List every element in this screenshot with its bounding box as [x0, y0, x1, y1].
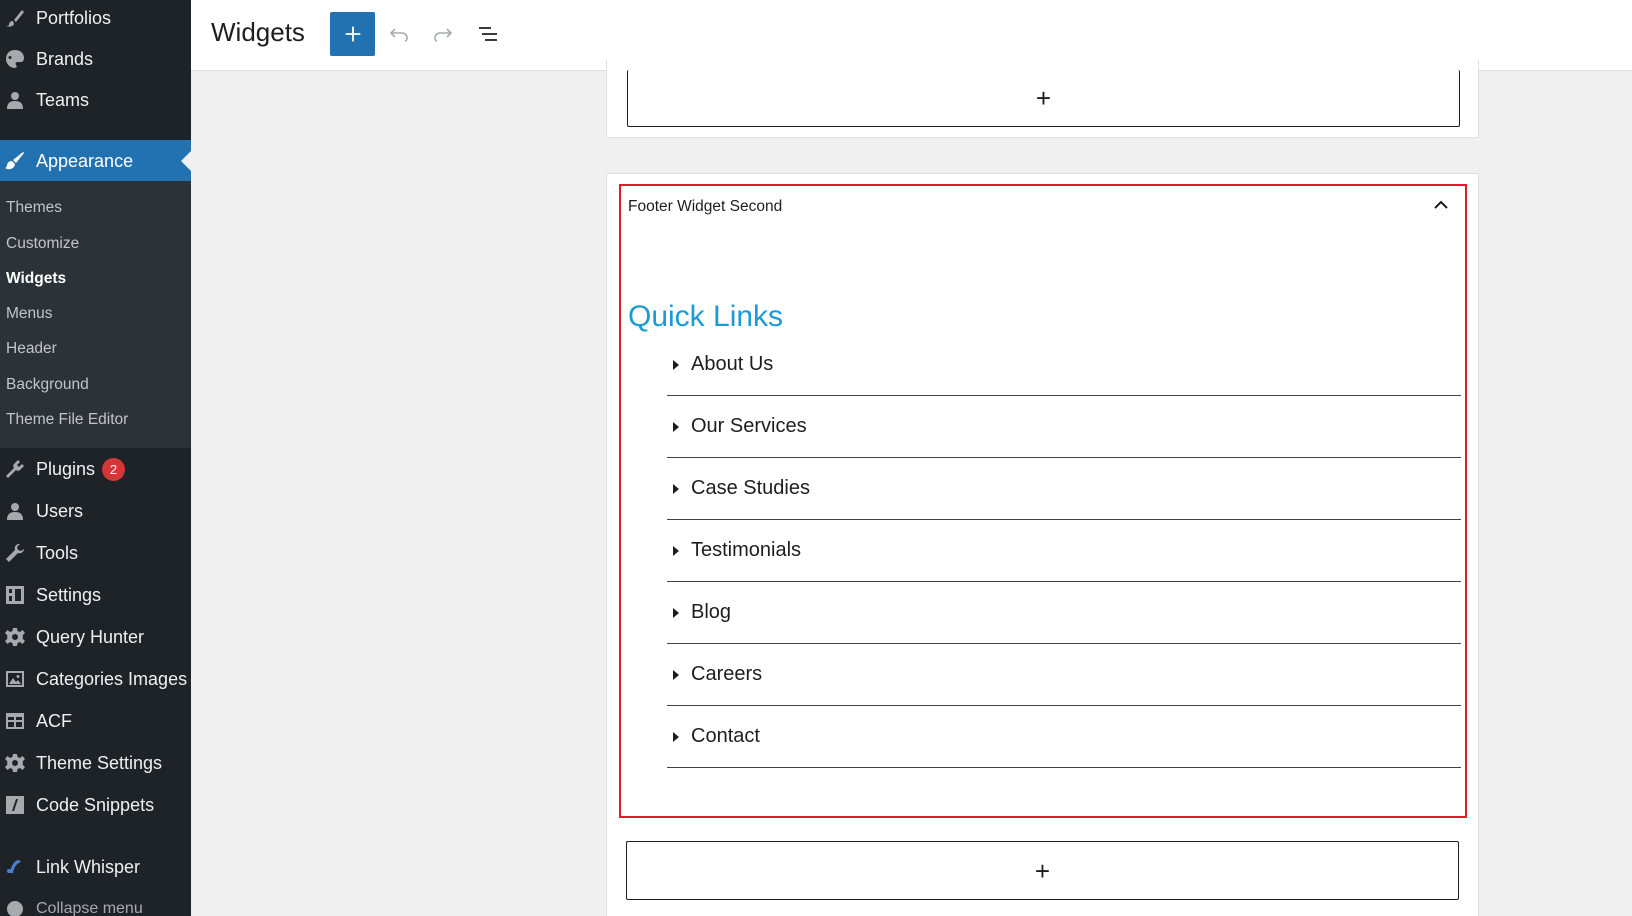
list-view-button[interactable]	[474, 20, 502, 48]
image-icon	[2, 668, 28, 690]
widget-area-first: +	[606, 60, 1479, 138]
plus-icon	[345, 26, 360, 42]
active-indicator-arrow	[181, 151, 191, 171]
sidebar-item-tools[interactable]: Tools	[0, 533, 191, 573]
add-block-button[interactable]	[330, 12, 375, 56]
inserter-plus-label: +	[1035, 83, 1052, 113]
sidebar-item-categories-images[interactable]: Categories Images	[0, 659, 191, 699]
caret-right-icon	[673, 545, 679, 556]
update-count-badge: 2	[102, 457, 126, 481]
submenu-item-background[interactable]: Background	[6, 376, 89, 394]
sidebar-item-label: Portfolios	[36, 7, 112, 28]
link-label: Testimonials	[691, 539, 802, 561]
sidebar-item-label: Users	[36, 500, 84, 521]
submenu-item-theme-file-editor[interactable]: Theme File Editor	[6, 411, 128, 429]
sidebar-item-label: ACF	[36, 710, 72, 731]
link-label: Blog	[691, 601, 732, 623]
gear-icon	[2, 752, 28, 774]
appearance-brush-icon	[2, 150, 28, 172]
list-item[interactable]: About Us	[667, 334, 1461, 396]
list-item[interactable]: Careers	[667, 644, 1461, 706]
sidebar-item-users[interactable]: Users	[0, 491, 191, 531]
list-item[interactable]: Testimonials	[667, 520, 1461, 582]
collapse-circle-icon	[2, 898, 28, 916]
caret-right-icon	[673, 669, 679, 680]
sidebar-item-label: Settings	[36, 584, 102, 605]
submenu-item-customize[interactable]: Customize	[6, 235, 79, 253]
sidebar-item-link-whisper[interactable]: Link Whisper	[0, 847, 191, 887]
palette-icon	[2, 48, 28, 70]
sidebar-item-appearance[interactable]: Appearance	[0, 140, 191, 182]
list-item[interactable]: Blog	[667, 582, 1461, 644]
sidebar-item-label: Code Snippets	[36, 794, 155, 815]
link-whisper-icon	[2, 856, 28, 878]
submenu-item-widgets[interactable]: Widgets	[6, 270, 66, 288]
sidebar-item-label: Teams	[36, 89, 90, 110]
sidebar-item-label: Appearance	[36, 150, 134, 171]
link-label: About Us	[691, 353, 774, 375]
sidebar-item-label: Theme Settings	[36, 752, 163, 773]
gear-icon	[2, 626, 28, 648]
list-item[interactable]: Case Studies	[667, 458, 1461, 520]
caret-right-icon	[673, 607, 679, 618]
sidebar-item-teams[interactable]: Teams	[0, 80, 191, 120]
collapse-menu-button[interactable]: Collapse menu	[0, 889, 191, 916]
sidebar-item-brands[interactable]: Brands	[0, 39, 191, 79]
undo-button[interactable]	[385, 20, 413, 48]
sidebar-item-label: Query Hunter	[36, 626, 145, 647]
footer-widget-second-panel[interactable]: Footer Widget Second Quick Links About U…	[619, 184, 1467, 818]
users-icon	[2, 500, 28, 522]
link-label: Contact	[691, 725, 760, 747]
quick-links-list: About Us Our Services Case Studies Testi…	[667, 334, 1461, 768]
sidebar-item-acf[interactable]: ACF	[0, 701, 191, 741]
sidebar-item-theme-settings[interactable]: Theme Settings	[0, 743, 191, 783]
list-item[interactable]: Our Services	[667, 396, 1461, 458]
caret-right-icon	[673, 483, 679, 494]
submenu-item-header[interactable]: Header	[6, 340, 57, 358]
wrench-icon	[2, 542, 28, 564]
sidebar-item-query-hunter[interactable]: Query Hunter	[0, 617, 191, 657]
sidebar-item-plugins[interactable]: Plugins 2	[0, 449, 191, 489]
plugin-icon	[2, 458, 28, 480]
chevron-up-icon	[1434, 200, 1448, 209]
submenu-item-themes[interactable]: Themes	[6, 199, 62, 217]
sidebar-item-label: Brands	[36, 48, 94, 69]
sidebar-item-label: Plugins	[36, 458, 96, 479]
list-item[interactable]: Contact	[667, 706, 1461, 768]
code-icon	[2, 794, 28, 816]
redo-button[interactable]	[429, 20, 457, 48]
undo-icon	[389, 28, 408, 42]
link-label: Case Studies	[691, 477, 810, 499]
table-icon	[2, 710, 28, 732]
brush-icon	[2, 7, 28, 29]
link-label: Careers	[691, 663, 763, 685]
inserter-plus-label: +	[1034, 855, 1051, 886]
list-view-icon	[479, 27, 497, 41]
settings-icon	[2, 584, 28, 606]
sidebar-item-settings[interactable]: Settings	[0, 575, 191, 615]
user-icon	[2, 89, 28, 111]
sidebar-item-code-snippets[interactable]: Code Snippets	[0, 785, 191, 825]
page-title: Widgets	[211, 17, 305, 47]
sidebar-item-label: Categories Images	[36, 668, 188, 689]
widget-area-title: Footer Widget Second	[628, 198, 783, 215]
quick-links-heading[interactable]: Quick Links	[628, 300, 783, 334]
admin-sidebar: Portfolios Brands Teams Appearance Theme…	[0, 0, 191, 916]
redo-icon	[434, 28, 453, 42]
collapse-toggle-button[interactable]	[1431, 196, 1451, 214]
link-label: Our Services	[691, 415, 807, 437]
block-inserter-bottom[interactable]: +	[626, 841, 1459, 900]
caret-right-icon	[673, 421, 679, 432]
collapse-menu-label: Collapse menu	[36, 900, 143, 916]
sidebar-item-label: Link Whisper	[36, 856, 141, 877]
block-inserter-top[interactable]: +	[627, 70, 1460, 127]
caret-right-icon	[673, 359, 679, 370]
appearance-submenu: Themes Customize Widgets Menus Header Ba…	[0, 181, 191, 448]
sidebar-item-label: Tools	[36, 542, 79, 563]
submenu-item-menus[interactable]: Menus	[6, 305, 53, 323]
sidebar-item-portfolios[interactable]: Portfolios	[0, 0, 191, 38]
caret-right-icon	[673, 731, 679, 742]
